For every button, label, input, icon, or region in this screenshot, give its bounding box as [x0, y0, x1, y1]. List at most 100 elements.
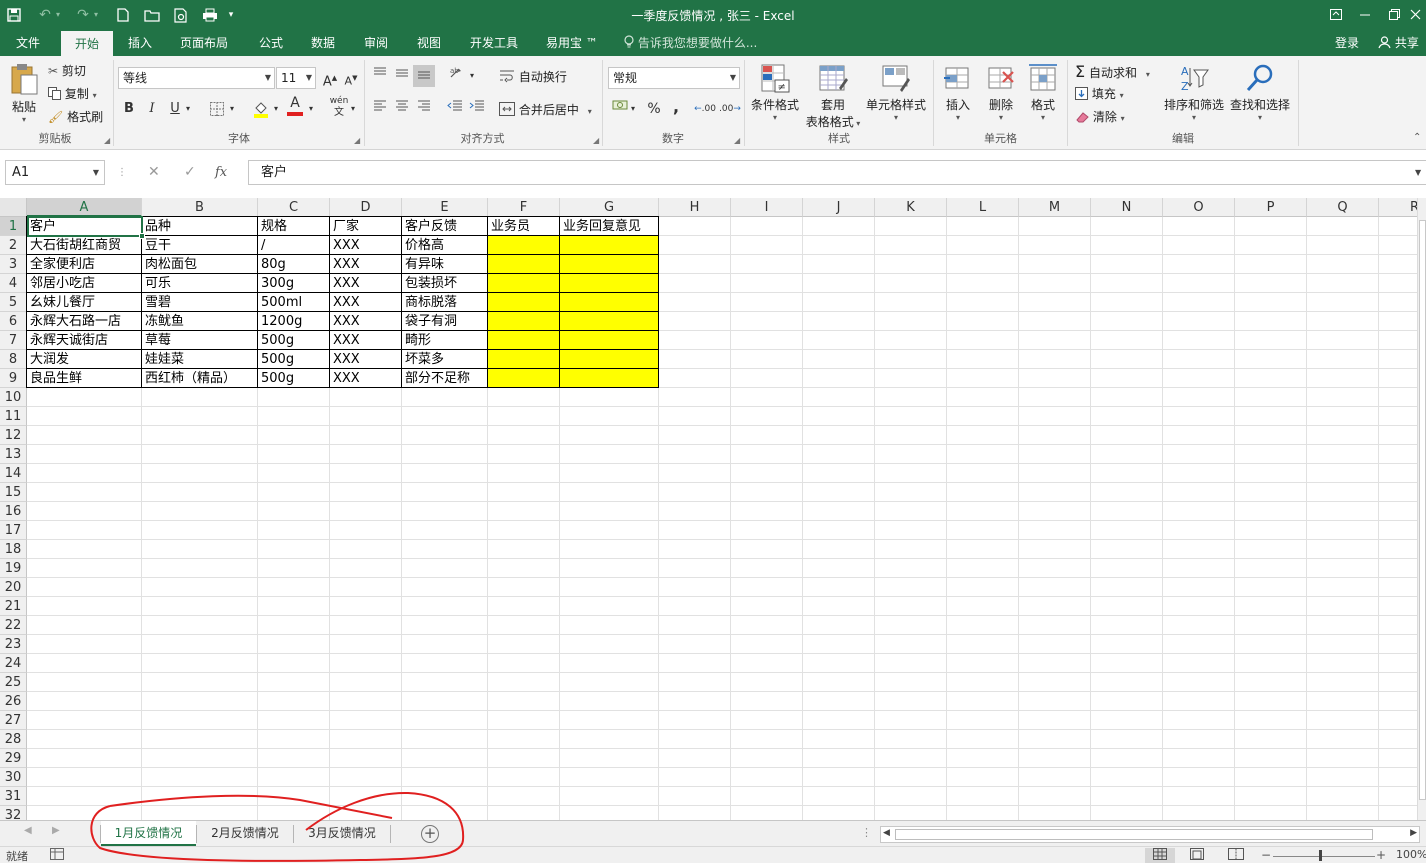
- column-header-n[interactable]: N: [1091, 198, 1163, 217]
- column-header-e[interactable]: E: [402, 198, 488, 217]
- merge-center-button[interactable]: 合并后居中 ▾: [499, 101, 592, 118]
- cell-e7[interactable]: 畸形: [402, 331, 487, 350]
- comma-style-button[interactable]: ,: [665, 96, 687, 118]
- cell-e2[interactable]: 价格高: [402, 236, 487, 255]
- macro-record-icon[interactable]: [50, 848, 64, 863]
- bold-button[interactable]: B: [118, 98, 140, 120]
- zoom-slider-track[interactable]: [1273, 856, 1375, 857]
- row-header-32[interactable]: 32: [0, 806, 27, 820]
- vertical-scrollbar[interactable]: [1417, 198, 1426, 820]
- tab-view[interactable]: 视图: [417, 30, 441, 56]
- align-bottom-icon[interactable]: [413, 65, 435, 87]
- cell-c7[interactable]: 500g: [258, 331, 329, 350]
- row-header-23[interactable]: 23: [0, 635, 27, 654]
- minimize-icon[interactable]: [1354, 4, 1376, 26]
- row-header-1[interactable]: 1: [0, 217, 27, 236]
- column-header-f[interactable]: F: [488, 198, 560, 217]
- cell-c3[interactable]: 80g: [258, 255, 329, 274]
- cancel-entry-icon[interactable]: ✕: [148, 160, 160, 185]
- tab-page-layout[interactable]: 页面布局: [180, 30, 228, 56]
- font-name-select[interactable]: 等线 ▼: [118, 67, 275, 89]
- ribbon-display-options-icon[interactable]: [1325, 4, 1347, 26]
- row-header-28[interactable]: 28: [0, 730, 27, 749]
- normal-view-icon[interactable]: [1145, 848, 1175, 863]
- cell-e6[interactable]: 袋子有洞: [402, 312, 487, 331]
- horizontal-scroll-thumb[interactable]: [895, 829, 1373, 840]
- cell-d3[interactable]: XXX: [330, 255, 401, 274]
- active-cell-selection[interactable]: [27, 216, 145, 239]
- borders-dropdown-icon[interactable]: ▾: [226, 98, 238, 120]
- row-header-21[interactable]: 21: [0, 597, 27, 616]
- cell-a4[interactable]: 邻居小吃店: [27, 274, 141, 293]
- row-header-15[interactable]: 15: [0, 483, 27, 502]
- orientation-dropdown-icon[interactable]: ▾: [466, 65, 478, 87]
- format-painter-button[interactable]: 🖌 格式刷: [48, 108, 103, 125]
- sheet-tab-mar[interactable]: 3月反馈情况: [294, 821, 390, 846]
- row-header-26[interactable]: 26: [0, 692, 27, 711]
- sign-in-link[interactable]: 登录: [1335, 30, 1359, 56]
- page-break-view-icon[interactable]: [1228, 848, 1244, 863]
- scroll-tabs-left-icon[interactable]: ◀: [24, 825, 32, 836]
- column-header-i[interactable]: I: [731, 198, 803, 217]
- cell-styles-button[interactable]: 单元格样式 ▾: [864, 62, 928, 122]
- font-size-select[interactable]: 11 ▼: [276, 67, 316, 89]
- delete-cells-button[interactable]: 删除 ▾: [982, 62, 1020, 122]
- tab-formulas[interactable]: 公式: [259, 30, 283, 56]
- orientation-icon[interactable]: ab: [446, 65, 468, 87]
- cell-e8[interactable]: 坏菜多: [402, 350, 487, 369]
- row-header-4[interactable]: 4: [0, 274, 27, 293]
- alignment-launcher-icon[interactable]: ◢: [593, 136, 599, 145]
- borders-icon[interactable]: [206, 98, 228, 120]
- align-right-icon[interactable]: [413, 98, 435, 120]
- vertical-scroll-thumb[interactable]: [1419, 220, 1426, 800]
- tab-splitter-icon[interactable]: ⋮: [861, 826, 872, 839]
- fill-color-icon[interactable]: [250, 98, 272, 120]
- row-header-12[interactable]: 12: [0, 426, 27, 445]
- column-header-c[interactable]: C: [258, 198, 330, 217]
- row-header-20[interactable]: 20: [0, 578, 27, 597]
- row-header-8[interactable]: 8: [0, 350, 27, 369]
- name-box[interactable]: A1 ▼: [5, 160, 105, 185]
- column-header-h[interactable]: H: [659, 198, 731, 217]
- percent-button[interactable]: %: [643, 98, 665, 120]
- cell-b5[interactable]: 雪碧: [142, 293, 257, 312]
- align-left-icon[interactable]: [369, 98, 391, 120]
- scroll-right-icon[interactable]: ▶: [1410, 828, 1417, 838]
- tab-file[interactable]: 文件: [16, 30, 40, 56]
- cell-f1[interactable]: 业务员: [488, 217, 559, 236]
- cell-d5[interactable]: XXX: [330, 293, 401, 312]
- column-header-q[interactable]: Q: [1307, 198, 1379, 217]
- shrink-font-button[interactable]: A▼: [340, 67, 362, 89]
- share-button[interactable]: 共享: [1378, 30, 1419, 56]
- row-header-22[interactable]: 22: [0, 616, 27, 635]
- cell-a3[interactable]: 全家便利店: [27, 255, 141, 274]
- column-header-p[interactable]: P: [1235, 198, 1307, 217]
- close-icon[interactable]: [1404, 4, 1426, 26]
- insert-cells-button[interactable]: 插入 ▾: [940, 62, 976, 122]
- find-select-button[interactable]: 查找和选择 ▾: [1229, 62, 1291, 122]
- font-color-dropdown-icon[interactable]: ▾: [305, 98, 317, 120]
- cell-e5[interactable]: 商标脱落: [402, 293, 487, 312]
- italic-button[interactable]: I: [141, 98, 163, 120]
- cell-a9[interactable]: 良品生鲜: [27, 369, 141, 388]
- tab-insert[interactable]: 插入: [128, 30, 152, 56]
- decrease-indent-icon[interactable]: [444, 98, 466, 120]
- cell-d1[interactable]: 厂家: [330, 217, 401, 236]
- row-header-14[interactable]: 14: [0, 464, 27, 483]
- row-header-10[interactable]: 10: [0, 388, 27, 407]
- collapse-ribbon-icon[interactable]: ⌃: [1413, 132, 1421, 143]
- increase-indent-icon[interactable]: [466, 98, 488, 120]
- scroll-tabs-right-icon[interactable]: ▶: [52, 825, 60, 836]
- row-header-13[interactable]: 13: [0, 445, 27, 464]
- zoom-slider-thumb[interactable]: [1319, 850, 1322, 861]
- align-center-icon[interactable]: [391, 98, 413, 120]
- row-header-27[interactable]: 27: [0, 711, 27, 730]
- decrease-decimal-button[interactable]: .00→: [719, 98, 741, 120]
- align-top-icon[interactable]: [369, 65, 391, 87]
- zoom-out-icon[interactable]: −: [1261, 848, 1271, 862]
- row-header-25[interactable]: 25: [0, 673, 27, 692]
- clear-button[interactable]: 清除 ▾: [1075, 108, 1125, 125]
- row-header-9[interactable]: 9: [0, 369, 27, 388]
- cell-a6[interactable]: 永辉大石路一店: [27, 312, 141, 331]
- insert-function-icon[interactable]: fx: [215, 160, 227, 185]
